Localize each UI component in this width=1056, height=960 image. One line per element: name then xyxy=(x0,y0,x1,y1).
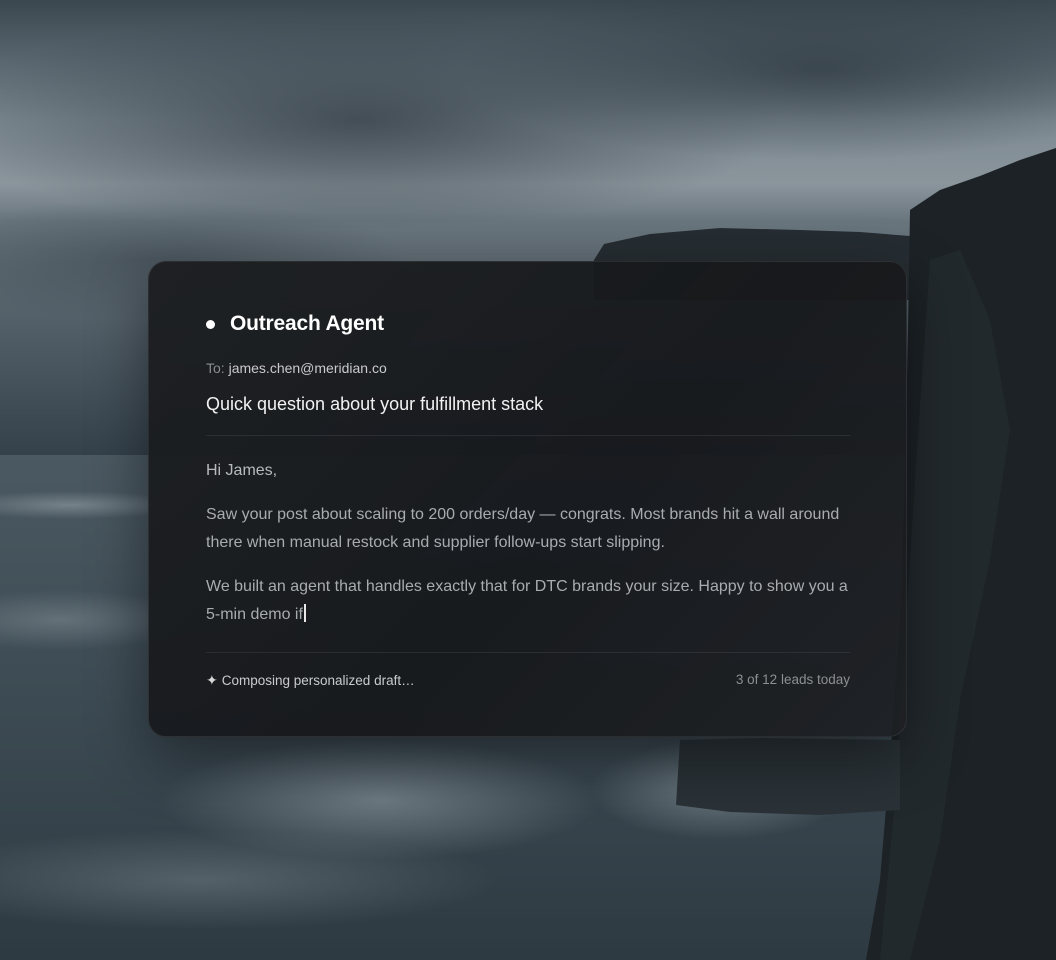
email-body: Hi James, Saw your post about scaling to… xyxy=(206,457,856,645)
background-scene: Outreach Agent To: james.chen@meridian.c… xyxy=(0,0,1056,960)
status-text: Composing personalized draft… xyxy=(221,673,415,688)
recipient-line: To: james.chen@meridian.co xyxy=(206,360,387,376)
footer-divider xyxy=(206,652,850,653)
sparkle-icon: ✦ xyxy=(206,672,218,688)
email-paragraph-2: We built an agent that handles exactly t… xyxy=(206,573,856,629)
card-header: Outreach Agent xyxy=(206,312,384,336)
email-subject: Quick question about your fulfillment st… xyxy=(206,394,544,414)
status-dot-icon xyxy=(206,319,215,329)
card-footer: ✦ Composing personalized draft… 3 of 12 … xyxy=(206,672,850,689)
to-label: To: xyxy=(206,360,225,376)
email-paragraph-1: Saw your post about scaling to 200 order… xyxy=(206,506,840,551)
lead-progress: 3 of 12 leads today xyxy=(735,672,850,687)
status-indicator: ✦ Composing personalized draft… xyxy=(206,672,415,689)
header-divider xyxy=(206,435,850,436)
outreach-agent-card: Outreach Agent To: james.chen@meridian.c… xyxy=(148,261,907,737)
agent-title: Outreach Agent xyxy=(230,312,384,335)
text-cursor xyxy=(303,604,306,622)
recipient-address: james.chen@meridian.co xyxy=(228,360,387,376)
email-greeting: Hi James, xyxy=(206,462,278,479)
email-paragraph-2-text: We built an agent that handles exactly t… xyxy=(206,578,848,623)
